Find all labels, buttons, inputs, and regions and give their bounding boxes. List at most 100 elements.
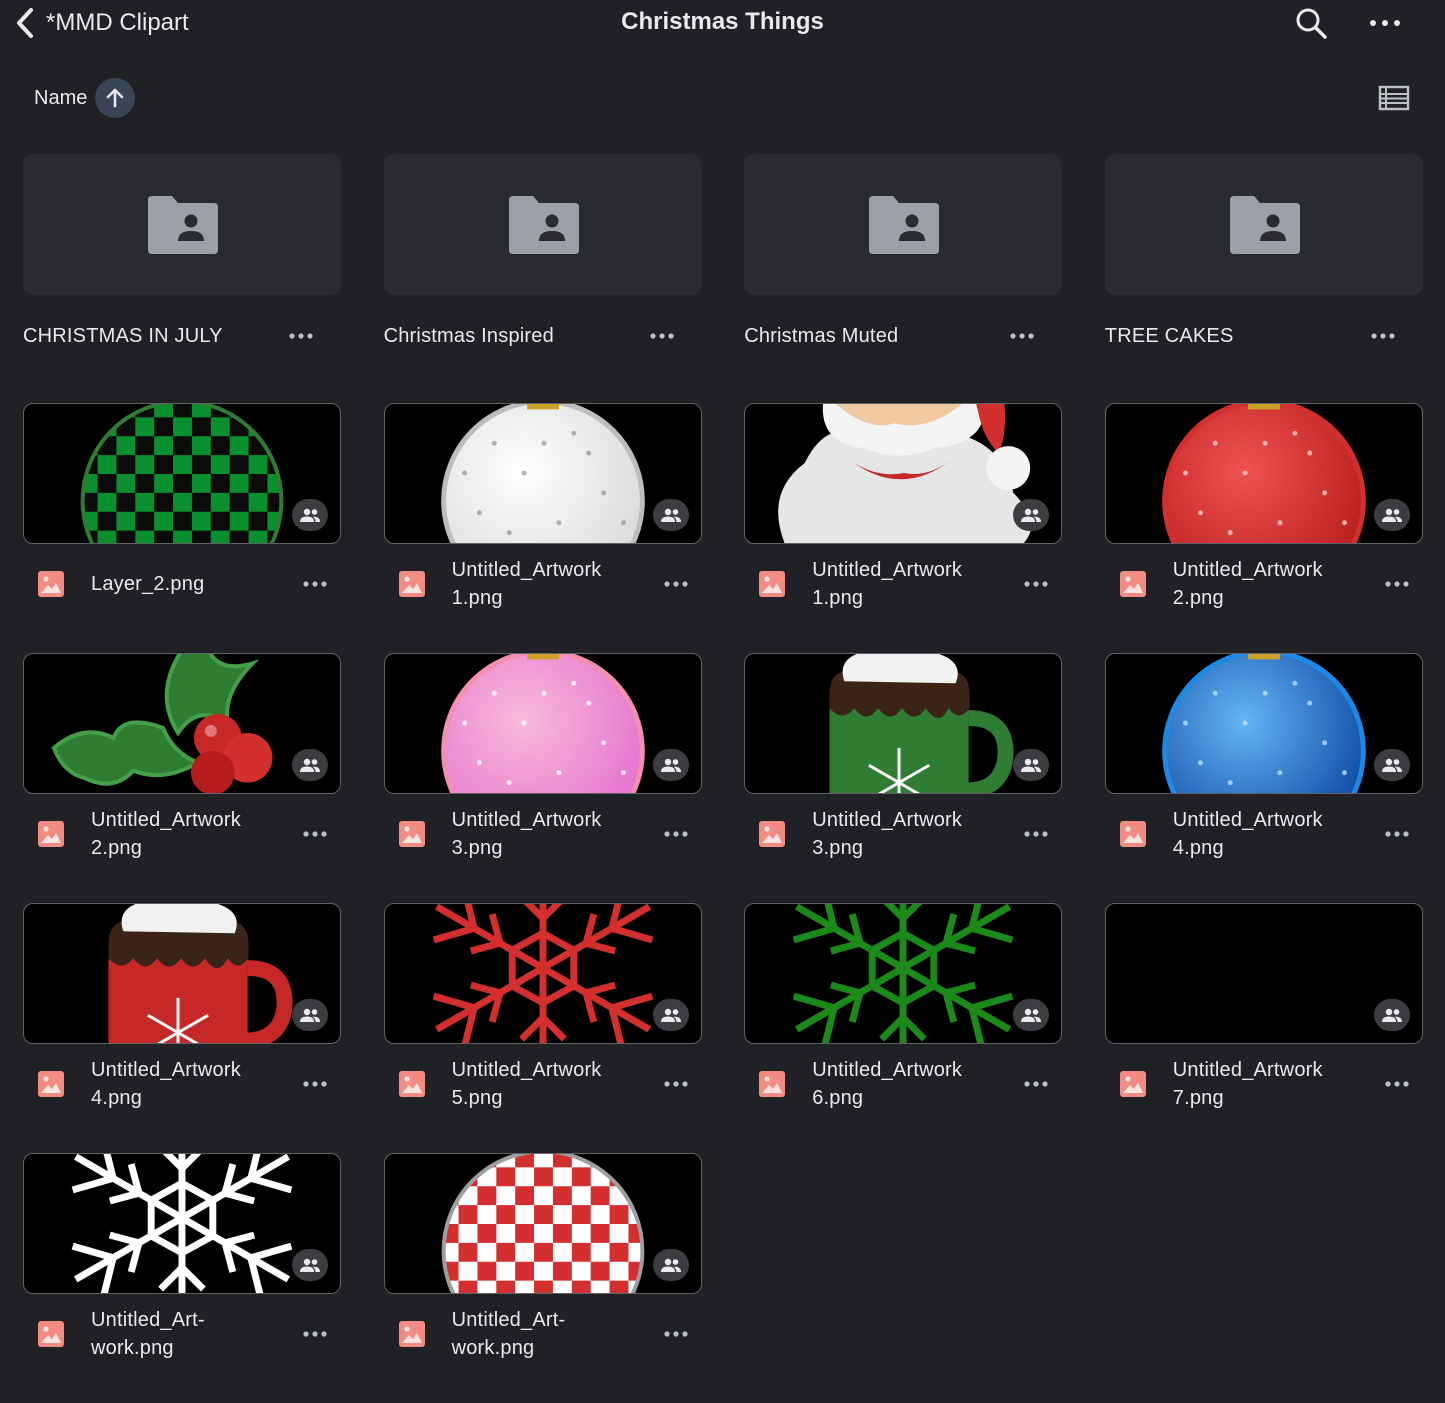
shared-badge xyxy=(1013,999,1050,1031)
file-card[interactable]: Untitled_Artwork 4.png xyxy=(23,903,341,1153)
file-name-line1: Untitled_Artwork xyxy=(91,1059,241,1081)
people-icon xyxy=(1021,508,1042,522)
file-label-row: Untitled_Artwork 1.png xyxy=(384,544,702,624)
file-label-row: Untitled_Artwork 2.png xyxy=(23,794,341,874)
file-label-row: Untitled_Artwork 7.png xyxy=(1105,1044,1423,1124)
shared-badge xyxy=(292,749,328,781)
file-thumbnail[interactable] xyxy=(1104,653,1423,794)
file-thumbnail[interactable] xyxy=(23,903,341,1044)
search-icon xyxy=(1296,8,1327,39)
artwork-preview xyxy=(51,654,273,793)
file-label-row: Untitled_Artwork 3.png xyxy=(384,794,702,874)
file-thumbnail[interactable] xyxy=(23,653,341,794)
file-card[interactable]: Untitled_Artwork 5.png xyxy=(383,903,702,1153)
item-more-button[interactable] xyxy=(1002,316,1042,356)
file-name-line1: Untitled_Artwork xyxy=(451,559,602,581)
folder-card[interactable]: TREE CAKES xyxy=(1104,154,1423,403)
more-horizontal-icon xyxy=(303,831,327,837)
file-card[interactable]: Untitled_Art-work.png xyxy=(23,1153,341,1403)
item-more-button[interactable] xyxy=(642,316,682,356)
item-more-button[interactable] xyxy=(1016,564,1056,604)
file-card[interactable]: Untitled_Artwork 4.png xyxy=(1104,653,1423,903)
people-icon xyxy=(660,1258,681,1272)
folder-thumbnail[interactable] xyxy=(383,154,702,295)
item-more-button[interactable] xyxy=(656,814,696,854)
file-grid: CHRISTMAS IN JULY Christmas Inspired Chris… xyxy=(23,154,1423,1403)
file-card[interactable]: Untitled_Artwork 2.png xyxy=(23,653,341,903)
item-more-button[interactable] xyxy=(656,564,696,604)
folder-card[interactable]: CHRISTMAS IN JULY xyxy=(23,154,341,403)
shared-folder-icon xyxy=(869,195,940,254)
file-thumbnail[interactable] xyxy=(383,903,702,1044)
item-more-button[interactable] xyxy=(295,1064,335,1104)
folder-card[interactable]: Christmas Muted xyxy=(744,154,1063,403)
sort-direction-button[interactable] xyxy=(95,78,136,118)
more-options-button[interactable] xyxy=(1368,6,1402,40)
file-thumbnail[interactable] xyxy=(1104,903,1423,1044)
artwork-preview xyxy=(1106,904,1422,1043)
shared-badge xyxy=(652,499,689,531)
item-more-button[interactable] xyxy=(1377,564,1417,604)
shared-badge xyxy=(1373,999,1410,1031)
file-name-line2: 3.png xyxy=(451,837,503,859)
file-thumbnail[interactable] xyxy=(383,1153,702,1294)
file-card[interactable]: Untitled_Artwork 7.png xyxy=(1104,903,1423,1153)
item-more-button[interactable] xyxy=(656,1064,696,1104)
item-more-button[interactable] xyxy=(295,1314,335,1354)
shared-folder-icon xyxy=(148,195,218,254)
shared-badge xyxy=(652,999,689,1031)
file-card[interactable]: Layer_2.png xyxy=(23,403,341,653)
file-card[interactable]: Untitled_Artwork 6.png xyxy=(744,903,1063,1153)
sort-bar: Name xyxy=(34,78,136,118)
file-thumbnail[interactable] xyxy=(383,653,702,794)
sort-label[interactable]: Name xyxy=(34,87,87,110)
artwork-preview xyxy=(440,404,645,543)
file-thumbnail[interactable] xyxy=(744,653,1063,794)
file-card[interactable]: Untitled_Art-work.png xyxy=(383,1153,702,1403)
people-icon xyxy=(660,1008,681,1022)
item-more-button[interactable] xyxy=(295,564,335,604)
file-card[interactable]: Untitled_Artwork 1.png xyxy=(383,403,702,653)
list-view-icon xyxy=(1378,85,1410,111)
file-thumbnail[interactable] xyxy=(1104,403,1423,544)
item-more-button[interactable] xyxy=(1016,1064,1056,1104)
file-name-line2: 3.png xyxy=(812,837,864,859)
artwork-preview xyxy=(440,654,645,793)
item-more-button[interactable] xyxy=(1377,1064,1417,1104)
artwork-preview xyxy=(1161,654,1366,793)
folder-card[interactable]: Christmas Inspired xyxy=(383,154,702,403)
file-name-line1: Untitled_Art- xyxy=(91,1309,205,1331)
image-file-icon xyxy=(1119,1071,1146,1097)
shared-badge xyxy=(292,999,328,1031)
folder-label-row: Christmas Muted xyxy=(744,295,1062,377)
item-more-button[interactable] xyxy=(1016,814,1056,854)
list-view-button[interactable] xyxy=(1378,84,1410,112)
file-thumbnail[interactable] xyxy=(23,403,341,544)
item-more-button[interactable] xyxy=(656,1314,696,1354)
more-horizontal-icon xyxy=(1024,1081,1048,1087)
search-button[interactable] xyxy=(1294,6,1328,40)
file-card[interactable]: Untitled_Artwork 1.png xyxy=(744,403,1063,653)
image-file-icon xyxy=(398,821,425,847)
file-thumbnail[interactable] xyxy=(383,403,702,544)
file-name: Untitled_Artwork 3.png xyxy=(812,806,1016,862)
file-thumbnail[interactable] xyxy=(23,1153,341,1294)
file-name: Untitled_Artwork 1.png xyxy=(452,556,656,612)
item-more-button[interactable] xyxy=(281,316,321,356)
item-more-button[interactable] xyxy=(1377,814,1417,854)
image-file-icon xyxy=(759,1071,786,1097)
item-more-button[interactable] xyxy=(295,814,335,854)
folder-thumbnail[interactable] xyxy=(744,154,1063,295)
more-horizontal-icon xyxy=(1024,581,1048,587)
people-icon xyxy=(1381,1008,1402,1022)
file-thumbnail[interactable] xyxy=(744,403,1063,544)
file-card[interactable]: Untitled_Artwork 3.png xyxy=(744,653,1063,903)
item-more-button[interactable] xyxy=(1363,316,1403,356)
more-horizontal-icon xyxy=(303,1081,327,1087)
folder-thumbnail[interactable] xyxy=(23,154,341,295)
file-thumbnail[interactable] xyxy=(744,903,1063,1044)
file-card[interactable]: Untitled_Artwork 3.png xyxy=(383,653,702,903)
file-card[interactable]: Untitled_Artwork 2.png xyxy=(1104,403,1423,653)
file-name: Untitled_Artwork 2.png xyxy=(91,806,295,862)
folder-thumbnail[interactable] xyxy=(1104,154,1423,295)
